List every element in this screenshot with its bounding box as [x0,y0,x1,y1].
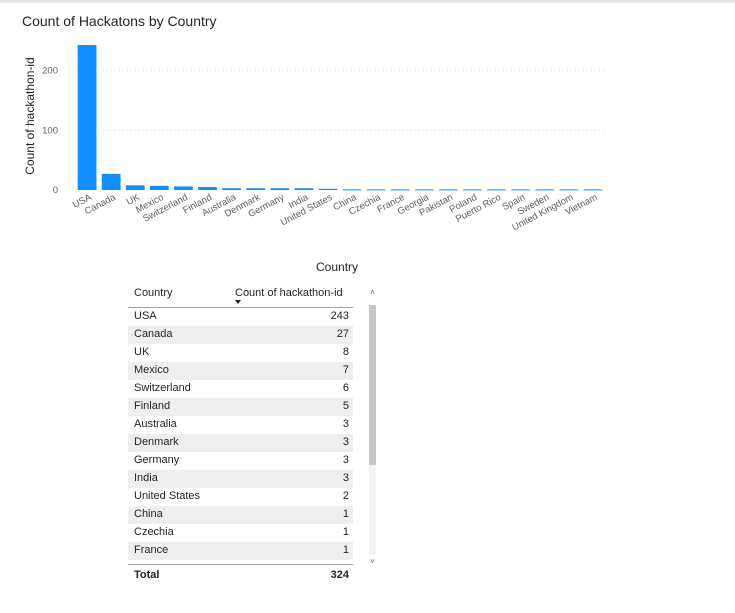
sort-descending-icon [235,300,241,304]
bar-usa[interactable] [77,45,97,190]
table-header: Country Count of hackathon-id [128,283,353,308]
table-row[interactable]: United States 2 [128,488,353,506]
bar-chart: 0100200USACanada UKMexicoSwitzerlandFinla… [42,45,605,233]
cell-count: 1 [342,544,349,556]
cell-country: Australia [134,418,177,430]
bar-vietnam[interactable] [583,189,603,191]
cell-country: Denmark [134,436,179,448]
cell-count: 8 [342,346,349,358]
table-body: USA 243 Canada 27 UK 8 Mexico 7 Switzerland 6 Finl… [128,308,353,564]
table-scrollbar[interactable]: ˄ ˅ [368,283,377,570]
bar-pakistan[interactable] [439,189,458,191]
cell-count: 2 [342,490,349,502]
bar-canada[interactable] [101,173,121,190]
cell-country: France [134,544,169,556]
bar-france[interactable] [390,189,410,191]
table-row[interactable]: China 1 [128,506,353,524]
cell-count: 1 [342,526,349,538]
bar-spain[interactable] [511,189,531,191]
total-value: 324 [330,569,349,581]
bar-puerto-rico[interactable] [487,189,506,191]
cell-country: Czechia [134,526,174,538]
cell-count: 3 [342,418,349,430]
bar-czechia[interactable] [366,189,386,191]
cell-country: United States [134,490,201,502]
cell-count: 3 [342,454,349,466]
bar-australia[interactable] [222,188,241,190]
table-row[interactable]: Czechia 1 [128,524,353,542]
cell-count: 3 [342,436,349,448]
bar-china[interactable] [342,189,362,191]
chevron-down-icon[interactable]: ˅ [368,557,377,567]
y-tick-label: 200 [42,66,58,77]
cell-country: USA [134,310,157,322]
bar-uk[interactable] [125,185,145,190]
column-header-count[interactable]: Count of hackathon-id [235,287,343,299]
bar-switzerland[interactable] [174,186,193,190]
table-row[interactable]: Switzerland 6 [128,380,353,398]
total-label: Total [134,569,160,581]
cell-count: 3 [342,472,349,484]
cell-country: Germany [134,454,180,466]
chevron-up-icon[interactable]: ˄ [368,288,377,298]
y-tick-label: 0 [53,185,58,196]
cell-count: 243 [330,310,349,322]
cell-country: India [134,472,158,484]
table-row[interactable]: Denmark 3 [128,434,353,452]
column-header-country[interactable]: Country [134,287,173,299]
bar-georgia[interactable] [414,189,434,191]
cell-country: UK [134,346,150,358]
cell-count: 27 [336,328,349,340]
table-row[interactable]: Australia 3 [128,416,353,434]
table-row[interactable]: Germany 3 [128,452,353,470]
bar-denmark[interactable] [246,188,266,190]
table-row[interactable]: France 1 [128,542,353,560]
bar-germany[interactable] [270,188,290,190]
table-total-row: Total 324 [128,564,353,585]
table-row[interactable]: Canada 27 [128,326,353,344]
bar-united-states[interactable] [318,188,338,190]
bar-poland[interactable] [463,189,482,191]
cell-country: Mexico [134,364,169,376]
table-row[interactable]: Mexico 7 [128,362,353,380]
bar-sweden[interactable] [535,189,555,191]
table-row[interactable]: India 3 [128,470,353,488]
cell-count: 6 [342,382,349,394]
table-row[interactable]: UK 8 [128,344,353,362]
bar-mexico[interactable] [149,185,169,190]
table-row[interactable]: Finland 5 [128,398,353,416]
cell-count: 5 [342,400,349,412]
table-title: Country [316,260,359,274]
cell-country: China [134,508,163,520]
bar-finland[interactable] [198,187,217,190]
bar-united-kingdom[interactable] [559,189,579,191]
country-table: Country Count of hackathon-id USA 243 Cana… [128,283,353,585]
cell-country: Finland [134,400,171,412]
bar-india[interactable] [294,188,314,190]
scroll-thumb[interactable] [369,305,376,465]
y-tick-label: 100 [42,125,58,136]
cell-count: 7 [342,364,349,376]
cell-count: 1 [342,508,349,520]
table-row[interactable]: USA 243 [128,308,353,326]
cell-country: Canada [134,328,173,340]
cell-country: Switzerland [134,382,191,394]
